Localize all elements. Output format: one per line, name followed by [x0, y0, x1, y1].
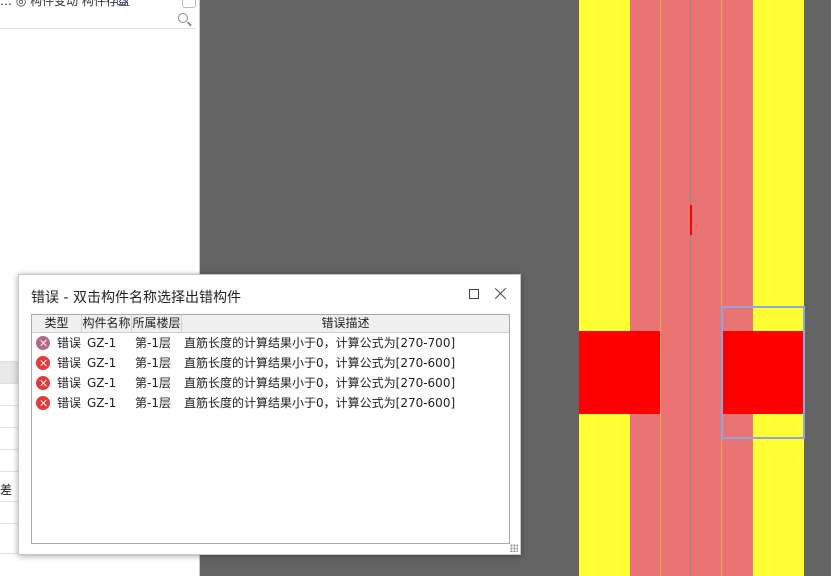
column-header-name[interactable]: 构件名称	[82, 315, 132, 332]
error-dialog: 错误 - 双击构件名称选择出错构件 类型 构件名称 所属楼层 错误描述 错误 G…	[18, 274, 521, 555]
search-input[interactable]	[0, 9, 196, 29]
error-icon	[36, 396, 50, 410]
table-row[interactable]: 错误 GZ-1 第-1层 直筋长度的计算结果小于0，计算公式为[270-600]	[32, 353, 509, 373]
axis-line	[690, 0, 691, 576]
cell-name[interactable]: GZ-1	[87, 353, 116, 373]
dialog-title: 错误 - 双击构件名称选择出错构件	[31, 290, 241, 306]
error-icon	[36, 356, 50, 370]
maximize-button[interactable]	[469, 289, 479, 299]
table-row[interactable]: 错误 GZ-1 第-1层 直筋长度的计算结果小于0，计算公式为[270-600]	[32, 393, 509, 413]
cell-floor: 第-1层	[135, 376, 171, 390]
cell-type: 错误	[57, 336, 82, 350]
cell-description: 直筋长度的计算结果小于0，计算公式为[270-600]	[184, 376, 456, 390]
panel-toolbar: … ◎ 构件变动 构件存盘	[0, 0, 199, 8]
toolbar-text: … ◎ 构件变动 构件存盘	[0, 0, 130, 8]
cell-floor: 第-1层	[135, 356, 171, 370]
cell-type: 错误	[57, 396, 82, 410]
panel-menu-button[interactable]	[182, 0, 196, 8]
close-button[interactable]	[494, 286, 508, 300]
resize-grip[interactable]	[510, 544, 518, 552]
error-icon	[36, 336, 50, 350]
cell-description: 直筋长度的计算结果小于0，计算公式为[270-600]	[184, 396, 456, 410]
column-header-type[interactable]: 类型	[32, 315, 82, 332]
column-header-floor[interactable]: 所属楼层	[132, 315, 182, 332]
column-band-yellow-right[interactable]	[753, 0, 804, 576]
error-icon	[36, 376, 50, 390]
error-block-left[interactable]	[579, 331, 660, 414]
cell-name[interactable]: GZ-1	[87, 393, 116, 413]
error-table: 类型 构件名称 所属楼层 错误描述 错误 GZ-1 第-1层 直筋长度的计算结果…	[31, 314, 510, 544]
cell-floor: 第-1层	[135, 336, 171, 350]
cell-floor: 第-1层	[135, 396, 171, 410]
cell-description: 直筋长度的计算结果小于0，计算公式为[270-600]	[184, 356, 456, 370]
search-icon[interactable]	[178, 13, 188, 23]
rebar-line	[721, 0, 722, 576]
column-header-description[interactable]: 错误描述	[182, 315, 509, 332]
column-band-salmon[interactable]	[630, 0, 753, 576]
table-header: 类型 构件名称 所属楼层 错误描述	[32, 315, 509, 333]
cell-description: 直筋长度的计算结果小于0，计算公式为[270-700]	[184, 336, 456, 350]
cell-name[interactable]: GZ-1	[87, 373, 116, 393]
column-band-yellow-left[interactable]	[579, 0, 630, 576]
rebar-line	[660, 0, 661, 576]
table-row[interactable]: 错误 GZ-1 第-1层 直筋长度的计算结果小于0，计算公式为[270-600]	[32, 373, 509, 393]
error-marker	[690, 205, 692, 235]
cell-type: 错误	[57, 376, 82, 390]
cell-type: 错误	[57, 356, 82, 370]
table-row[interactable]: 错误 GZ-1 第-1层 直筋长度的计算结果小于0，计算公式为[270-700]	[32, 333, 509, 353]
save-icon[interactable]	[117, 0, 126, 5]
selection-box[interactable]	[721, 306, 805, 439]
cell-name[interactable]: GZ-1	[87, 333, 116, 353]
